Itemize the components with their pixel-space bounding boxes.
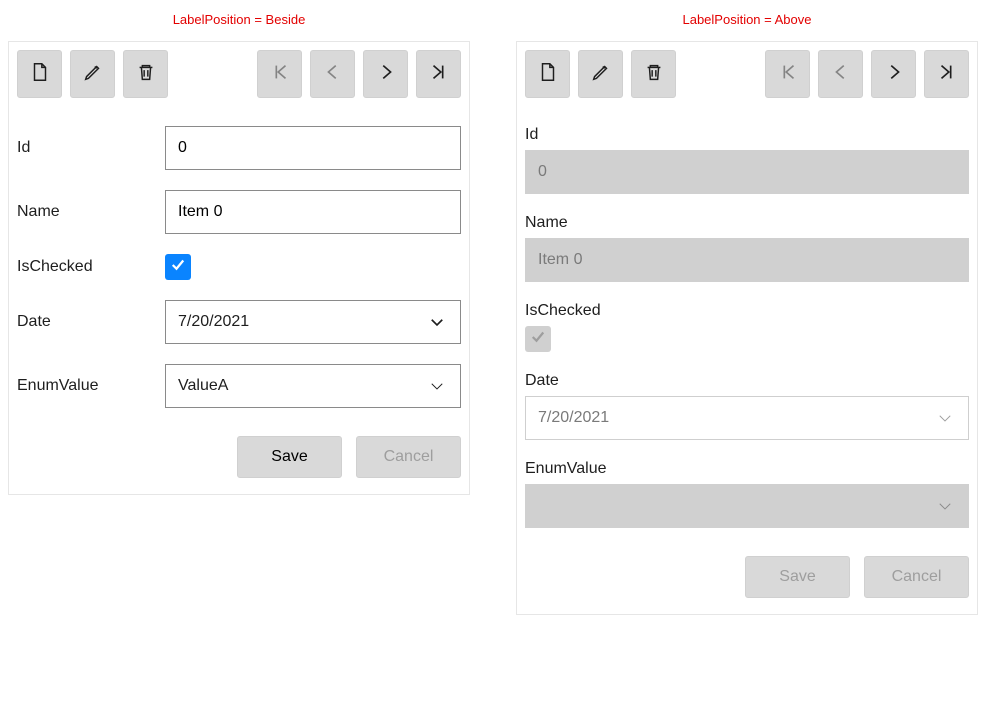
delete-button[interactable] [123,50,168,98]
pencil-icon [82,61,104,87]
date-picker[interactable]: 7/20/2021 [525,396,969,440]
toolbar [17,50,461,98]
enum-label: EnumValue [17,377,165,395]
ischecked-label: IsChecked [17,258,165,276]
last-icon [936,61,958,87]
date-picker[interactable]: 7/20/2021 [165,300,461,344]
last-button[interactable] [924,50,969,98]
date-value: 7/20/2021 [538,409,609,427]
form-panel-above: Id Name IsChecked Date 7/20/2021 [516,41,978,615]
save-button[interactable]: Save [237,436,342,478]
chevron-right-icon [883,61,905,87]
document-icon [29,61,51,87]
check-icon [529,328,547,350]
ischecked-checkbox[interactable] [165,254,191,280]
cancel-button: Cancel [864,556,969,598]
enum-label: EnumValue [525,460,969,478]
chevron-down-icon [426,311,448,333]
enum-value: ValueA [178,377,228,395]
id-label: Id [525,126,969,144]
ischecked-checkbox [525,326,551,352]
name-input [525,238,969,282]
first-icon [269,61,291,87]
ischecked-label: IsChecked [525,302,969,320]
id-input [525,150,969,194]
last-icon [428,61,450,87]
id-input[interactable] [165,126,461,170]
enum-dropdown[interactable]: ValueA [165,364,461,408]
id-label: Id [17,139,165,157]
name-label: Name [17,203,165,221]
toolbar [525,50,969,98]
caption-beside: LabelPosition = Beside [8,0,470,41]
check-icon [169,256,187,278]
pencil-icon [590,61,612,87]
document-icon [537,61,559,87]
date-value: 7/20/2021 [178,313,249,331]
cancel-button: Cancel [356,436,461,478]
prev-button [310,50,355,98]
enum-dropdown [525,484,969,528]
edit-button[interactable] [70,50,115,98]
date-label: Date [17,313,165,331]
name-input[interactable] [165,190,461,234]
new-button[interactable] [17,50,62,98]
first-button [765,50,810,98]
trash-icon [135,61,157,87]
save-button: Save [745,556,850,598]
first-icon [777,61,799,87]
date-label: Date [525,372,969,390]
prev-button [818,50,863,98]
chevron-down-icon [426,375,448,397]
last-button[interactable] [416,50,461,98]
chevron-left-icon [830,61,852,87]
chevron-down-icon [934,495,956,517]
next-button[interactable] [363,50,408,98]
trash-icon [643,61,665,87]
delete-button[interactable] [631,50,676,98]
next-button[interactable] [871,50,916,98]
chevron-down-icon [934,407,956,429]
name-label: Name [525,214,969,232]
chevron-left-icon [322,61,344,87]
new-button[interactable] [525,50,570,98]
caption-above: LabelPosition = Above [516,0,978,41]
chevron-right-icon [375,61,397,87]
form-panel-beside: Id Name IsChecked [8,41,470,495]
edit-button[interactable] [578,50,623,98]
first-button [257,50,302,98]
